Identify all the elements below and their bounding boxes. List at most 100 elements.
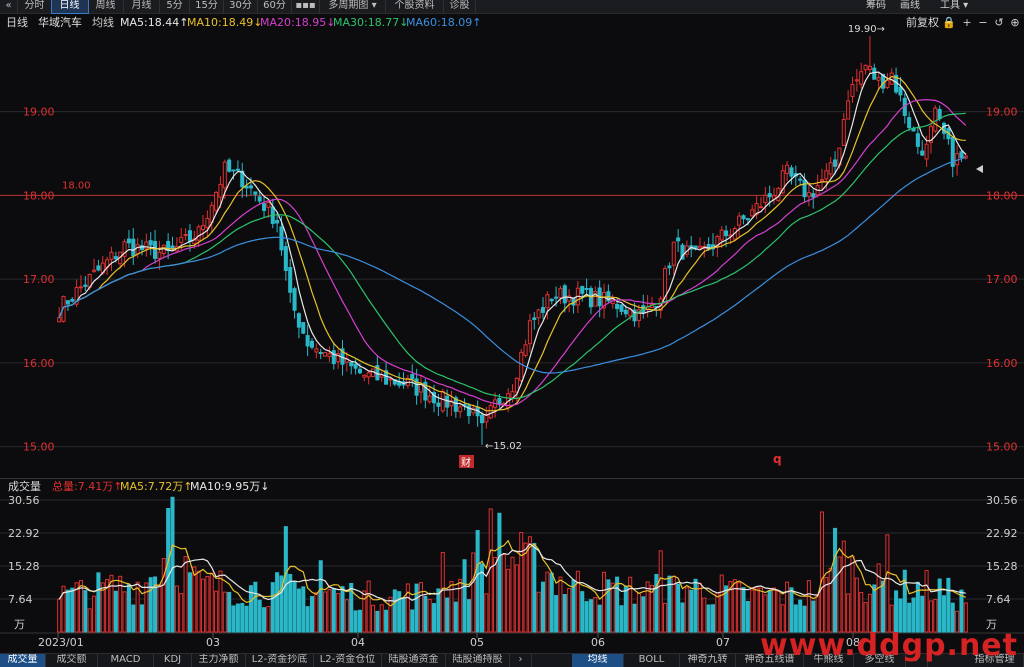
volume-bar: [606, 579, 611, 633]
candle-body: [187, 230, 192, 242]
volume-bar: [619, 605, 624, 633]
volume-bar: [479, 563, 485, 633]
candle-body: [724, 230, 729, 237]
volume-bar: [772, 587, 777, 633]
volume-bar: [253, 581, 258, 633]
candle-body: [806, 192, 811, 197]
volume-bar: [218, 570, 223, 633]
candle-body: [741, 215, 746, 220]
candle-body: [288, 267, 293, 293]
volume-bar: [785, 581, 790, 633]
volume-bar: [327, 589, 332, 633]
volume-bar: [636, 592, 641, 633]
volume-total: 总量:7.41万↑: [52, 480, 123, 493]
candle-body: [833, 159, 838, 167]
volume-bar: [423, 595, 428, 633]
candle-body: [57, 317, 62, 323]
overlay-tab-1[interactable]: BOLL: [624, 654, 680, 667]
candle-body: [292, 288, 297, 311]
indicator-tab-6[interactable]: L2-资金仓位: [314, 654, 382, 667]
volume-bar: [549, 572, 554, 633]
candle-body: [802, 179, 807, 198]
volume-bar: [497, 512, 502, 633]
volume-tick-right: 15.28: [986, 560, 1018, 573]
volume-bar: [388, 596, 393, 633]
candle-body: [532, 317, 537, 321]
volume-bar: [894, 590, 899, 633]
volume-bar: [357, 609, 362, 633]
volume-bar: [750, 589, 755, 633]
volume-bar: [209, 572, 214, 633]
volume-bar: [767, 589, 772, 633]
volume-bar: [257, 599, 262, 633]
candle-body: [824, 170, 829, 180]
candle-body: [767, 193, 772, 198]
volume-bar: [689, 589, 694, 633]
candle-body: [545, 294, 550, 309]
candle-body: [828, 162, 833, 175]
volume-bar: [519, 532, 524, 633]
volume-bar: [344, 599, 349, 633]
volume-bar: [706, 604, 711, 633]
volume-bar: [911, 597, 916, 633]
volume-bar: [92, 595, 97, 633]
indicator-tab-9[interactable]: ›: [510, 654, 532, 667]
volume-bar: [471, 552, 476, 633]
volume-bar: [205, 576, 210, 633]
volume-bar: [745, 601, 750, 633]
indicator-tab-2[interactable]: MACD: [98, 654, 154, 667]
volume-bar: [222, 591, 227, 633]
candle-body: [458, 406, 463, 413]
volume-bar: [244, 605, 249, 633]
candle-body: [519, 351, 524, 382]
candle-body: [309, 340, 315, 348]
overlay-tab-2[interactable]: 神奇九转: [680, 654, 736, 667]
volume-bar: [484, 593, 489, 633]
volume-bar: [418, 582, 423, 633]
candle-body: [867, 65, 872, 71]
volume-bar: [946, 577, 951, 633]
volume-bar: [83, 590, 88, 633]
watermark-text: www.ddgp.net: [760, 628, 1018, 663]
indicator-tab-5[interactable]: L2-资金抄底: [246, 654, 314, 667]
volume-bar: [719, 574, 724, 633]
candle-body: [737, 215, 742, 226]
indicator-tab-7[interactable]: 陆股通资金: [382, 654, 446, 667]
candle-body: [144, 241, 149, 250]
candle-body: [283, 246, 288, 271]
month-label: 05: [470, 636, 484, 649]
candle-body: [671, 241, 676, 266]
candle-body: [885, 79, 890, 88]
candle-body: [937, 108, 942, 120]
volume-bar: [597, 604, 602, 633]
candle-body: [554, 296, 559, 299]
indicator-tab-8[interactable]: 陆股通持股: [446, 654, 510, 667]
volume-bar: [833, 527, 838, 633]
stock-chart[interactable]: 15.00 15.0016.00 16.0017.00 17.0018.00 18.00…: [0, 0, 1024, 667]
volume-bar: [924, 570, 929, 633]
month-label: 06: [591, 636, 605, 649]
candle-body: [279, 226, 284, 251]
candle-body: [253, 191, 258, 195]
volume-bar: [920, 595, 925, 633]
candle-body: [70, 298, 75, 302]
overlay-tab-0[interactable]: 均线: [572, 654, 624, 667]
volume-bar: [876, 563, 881, 633]
volume-bar: [331, 587, 336, 633]
volume-bar: [405, 583, 410, 633]
indicator-tab-3[interactable]: KDJ: [154, 654, 192, 667]
volume-bar: [183, 556, 188, 633]
indicator-tab-1[interactable]: 成交额: [46, 654, 98, 667]
volume-bar: [789, 587, 794, 633]
candle-body: [227, 159, 232, 172]
indicator-tab-0[interactable]: 成交量: [0, 654, 46, 667]
volume-bar: [697, 582, 702, 633]
volume-ma10: MA10:9.95万↓: [190, 480, 270, 493]
candle-body: [92, 269, 97, 272]
indicator-tab-4[interactable]: 主力净额: [192, 654, 246, 667]
volume-bar: [806, 580, 811, 633]
candle-body: [205, 217, 210, 228]
candle-body: [924, 143, 929, 160]
volume-bar: [340, 586, 345, 633]
volume-bar: [536, 591, 541, 633]
